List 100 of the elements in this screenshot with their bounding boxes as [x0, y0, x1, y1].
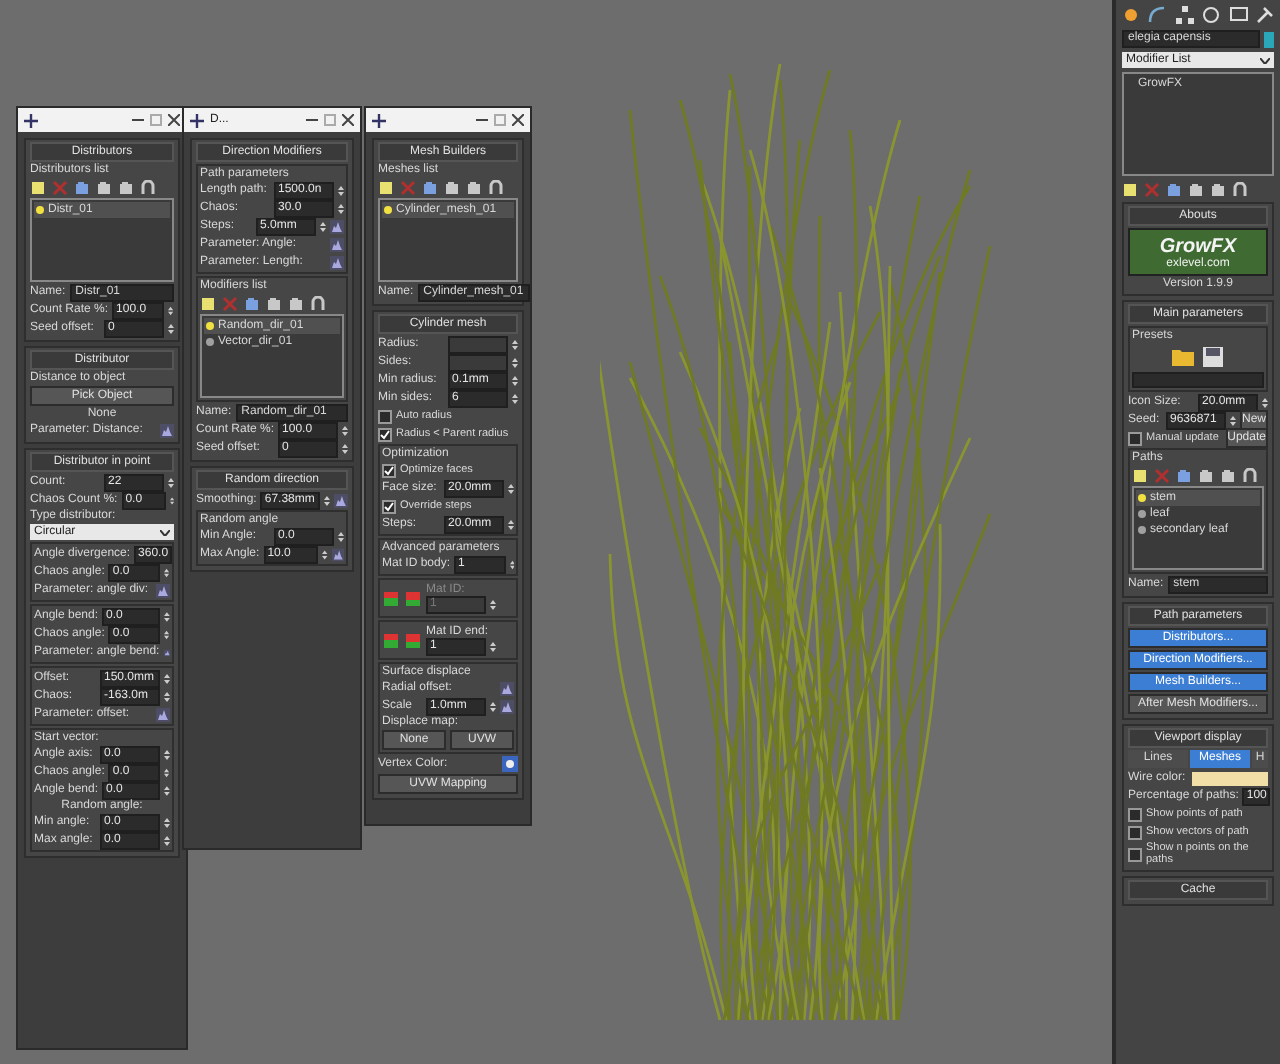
curve-icon[interactable]: [1148, 6, 1167, 24]
curve-graph-icon[interactable]: [330, 237, 344, 251]
save-icon[interactable]: [1202, 346, 1224, 368]
curve-graph-icon[interactable]: [331, 547, 344, 561]
spinner-arrows-icon[interactable]: [338, 529, 344, 543]
checkbox[interactable]: [1128, 825, 1142, 839]
spinner-arrows-icon[interactable]: [508, 481, 514, 495]
checkbox[interactable]: [1128, 847, 1142, 861]
checkbox[interactable]: [1128, 807, 1142, 821]
spinner-arrows-icon[interactable]: [508, 517, 514, 531]
curve-graph-icon[interactable]: [163, 645, 170, 659]
magnet-icon[interactable]: [1232, 181, 1248, 197]
object-color-swatch[interactable]: [1264, 31, 1274, 47]
spinner-arrows-icon[interactable]: [490, 699, 496, 713]
spinner-arrows-icon[interactable]: [164, 627, 170, 641]
spinner-arrows-icon[interactable]: [512, 355, 518, 369]
toolbar-icon[interactable]: [288, 295, 304, 311]
spinner-arrows-icon[interactable]: [164, 815, 170, 829]
checkbox[interactable]: [382, 463, 396, 477]
toolbar-icon[interactable]: [1166, 181, 1182, 197]
sun-icon[interactable]: [1122, 6, 1140, 24]
spinner-arrows-icon[interactable]: [164, 565, 170, 579]
folder-icon[interactable]: [1172, 346, 1194, 368]
move-icon: [24, 113, 38, 127]
curve-graph-icon[interactable]: [330, 219, 344, 233]
spinner-arrows-icon[interactable]: [509, 557, 514, 571]
spinner-arrows-icon[interactable]: [168, 321, 174, 335]
checkbox[interactable]: [378, 409, 392, 423]
move-icon: [190, 113, 204, 127]
spinner-arrows-icon[interactable]: [338, 183, 344, 197]
close-icon[interactable]: [512, 114, 524, 126]
spinner-arrows-icon[interactable]: [342, 441, 348, 455]
spinner-arrows-icon[interactable]: [1229, 413, 1236, 427]
curve-graph-icon[interactable]: [156, 707, 170, 721]
spinner-arrows-icon[interactable]: [164, 671, 170, 685]
spinner-arrows-icon[interactable]: [164, 783, 170, 797]
curve-graph-icon[interactable]: [500, 681, 514, 695]
toolbar-icon[interactable]: [74, 179, 90, 195]
cube-icon[interactable]: [404, 631, 422, 649]
logo-title: GrowFX: [1159, 235, 1237, 257]
minimize-icon[interactable]: [132, 114, 144, 126]
spinner-arrows-icon[interactable]: [164, 609, 170, 623]
new-item-icon[interactable]: [200, 295, 216, 311]
toolbar-icon[interactable]: [1210, 181, 1226, 197]
curve-graph-icon[interactable]: [156, 583, 170, 597]
curve-graph-icon[interactable]: [330, 255, 344, 269]
spinner-arrows-icon[interactable]: [512, 337, 518, 351]
hammer-icon[interactable]: [1255, 6, 1274, 24]
toolbar-icon[interactable]: [244, 295, 260, 311]
checkbox[interactable]: [382, 499, 396, 513]
caret-icon[interactable]: [1260, 57, 1270, 63]
toolbar-icon[interactable]: [1220, 467, 1236, 483]
spinner-arrows-icon[interactable]: [164, 833, 170, 847]
cube-icon[interactable]: [382, 631, 400, 649]
new-item-icon[interactable]: [1122, 181, 1138, 197]
toolbar-icon[interactable]: [444, 179, 460, 195]
new-item-icon[interactable]: [30, 179, 46, 195]
spinner-arrows-icon[interactable]: [512, 391, 518, 405]
minimize-icon[interactable]: [306, 114, 318, 126]
hierarchy-icon[interactable]: [1175, 6, 1194, 24]
vertex-color-icon[interactable]: [502, 756, 518, 772]
preset-field[interactable]: [1132, 372, 1264, 388]
toolbar-icon[interactable]: [96, 179, 112, 195]
close-icon[interactable]: [168, 114, 180, 126]
spinner-arrows-icon[interactable]: [322, 547, 328, 561]
spinner-arrows-icon[interactable]: [338, 201, 344, 215]
magnet-icon[interactable]: [310, 295, 326, 311]
spinner-arrows-icon[interactable]: [164, 689, 170, 703]
magnet-icon[interactable]: [1242, 467, 1258, 483]
spinner-arrows-icon[interactable]: [324, 493, 331, 507]
magnet-icon[interactable]: [488, 179, 504, 195]
checkbox[interactable]: [1128, 431, 1142, 445]
spinner-arrows-icon[interactable]: [490, 640, 496, 654]
spinner-arrows-icon[interactable]: [168, 475, 174, 489]
toolbar-icon[interactable]: [1176, 467, 1192, 483]
spinner-arrows-icon[interactable]: [168, 303, 174, 317]
spinner-arrows-icon[interactable]: [169, 493, 174, 507]
close-icon[interactable]: [342, 114, 354, 126]
caret-icon[interactable]: [160, 529, 170, 535]
toolbar-icon[interactable]: [1188, 181, 1204, 197]
spinner-arrows-icon[interactable]: [164, 747, 170, 761]
curve-graph-icon[interactable]: [334, 493, 348, 507]
curve-graph-icon[interactable]: [500, 699, 514, 713]
checkbox[interactable]: [378, 427, 392, 441]
spinner-arrows-icon[interactable]: [512, 373, 518, 387]
magnet-icon[interactable]: [140, 179, 156, 195]
spinner-arrows-icon[interactable]: [1262, 395, 1268, 409]
new-item-icon[interactable]: [1132, 467, 1148, 483]
spinner-arrows-icon[interactable]: [164, 765, 170, 779]
toolbar-icon[interactable]: [1198, 467, 1214, 483]
spinner-arrows-icon[interactable]: [342, 423, 348, 437]
toolbar-icon[interactable]: [422, 179, 438, 195]
new-item-icon[interactable]: [378, 179, 394, 195]
color-swatch[interactable]: [1192, 771, 1268, 785]
spinner-arrows-icon[interactable]: [320, 219, 326, 233]
minimize-icon[interactable]: [476, 114, 488, 126]
toolbar-icon[interactable]: [466, 179, 482, 195]
toolbar-icon[interactable]: [266, 295, 282, 311]
toolbar-icon[interactable]: [118, 179, 134, 195]
curve-graph-icon[interactable]: [160, 423, 174, 437]
